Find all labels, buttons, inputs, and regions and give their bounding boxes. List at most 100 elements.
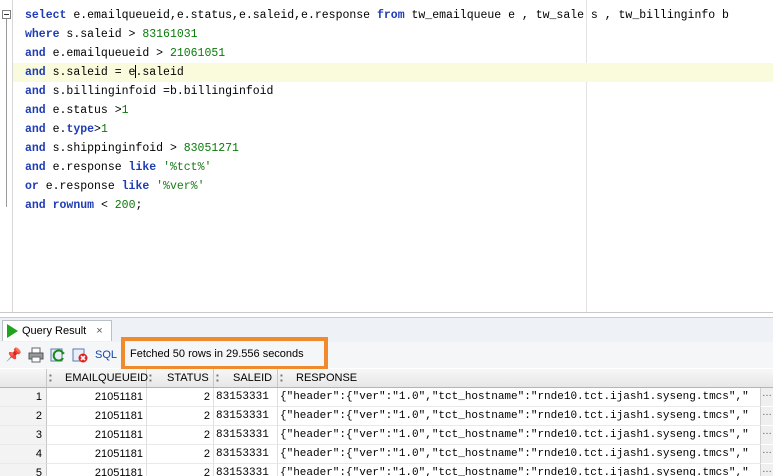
tab-query-result[interactable]: Query Result × (2, 320, 112, 341)
sql-token: and (25, 85, 46, 98)
clear-results-icon[interactable] (71, 346, 89, 364)
expand-cell-button[interactable]: … (760, 426, 773, 444)
row-number[interactable]: 5 (0, 464, 47, 476)
cell-status[interactable]: 2 (147, 407, 214, 426)
sql-token: s.shippinginfoid > (45, 142, 184, 155)
grid-header: ▪ ▪ EMAILQUEUEID ▪ ▪ STATUS ▪ ▪ SALEID ▪ ▪ R… (0, 369, 773, 388)
run-play-icon (7, 324, 18, 338)
sql-line[interactable]: and s.billinginfoid =b.billinginfoid (13, 82, 773, 101)
row-number[interactable]: 2 (0, 407, 47, 426)
print-icon[interactable] (27, 346, 45, 364)
cell-emailqueueid[interactable]: 21051181 (47, 426, 147, 445)
sql-line[interactable]: and e.emailqueueid > 21061051 (13, 44, 773, 63)
column-header-status[interactable]: ▪ ▪ STATUS (147, 369, 214, 387)
sort-icon: ▪ ▪ (216, 371, 219, 385)
sql-token: e.emailqueueid,e.status,e.saleid,e.respo… (66, 9, 377, 22)
sql-token: 21061051 (169, 47, 226, 60)
sql-token: and (25, 142, 46, 155)
sql-token: and (25, 161, 46, 174)
sql-editor[interactable]: select e.emailqueueid,e.status,e.saleid,… (0, 0, 773, 313)
cell-saleid[interactable]: 83153331 (214, 445, 278, 464)
expand-cell-button[interactable]: … (760, 445, 773, 463)
sql-token: e.response (45, 161, 129, 174)
sql-line[interactable]: and rownum < 200; (13, 196, 773, 215)
sql-token: 83161031 (142, 28, 198, 41)
cell-response[interactable]: {"header":{"ver":"1.0","tct_hostname":"r… (278, 426, 761, 445)
sort-icon: ▪ ▪ (149, 371, 152, 385)
result-tab-bar: Query Result × (0, 317, 773, 343)
sql-token: s.saleid > (59, 28, 143, 41)
cell-response[interactable]: {"header":{"ver":"1.0","tct_hostname":"r… (278, 388, 761, 407)
expand-cell-button[interactable]: … (760, 407, 773, 425)
row-number-header (0, 369, 47, 387)
sql-token: rownum (52, 199, 95, 212)
sql-line[interactable]: and s.shippinginfoid > 83051271 (13, 139, 773, 158)
cell-status[interactable]: 2 (147, 464, 214, 476)
cell-status[interactable]: 2 (147, 388, 214, 407)
sql-token: ; (135, 199, 143, 212)
sql-token: e.emailqueueid > (45, 47, 170, 60)
sql-token: 1 (121, 104, 129, 117)
sql-line[interactable]: or e.response like '%ver%' (13, 177, 773, 196)
sql-token: e.status > (45, 104, 122, 117)
sql-token: and (25, 66, 46, 79)
sql-token: e.response (38, 180, 122, 193)
expand-cell-button[interactable]: … (760, 464, 773, 476)
sql-line[interactable]: select e.emailqueueid,e.status,e.saleid,… (13, 6, 773, 25)
refresh-icon[interactable] (49, 346, 67, 364)
sql-token: like (128, 161, 157, 174)
cell-response[interactable]: {"header":{"ver":"1.0","tct_hostname":"r… (278, 464, 761, 476)
cell-emailqueueid[interactable]: 21051181 (47, 407, 147, 426)
sql-line[interactable]: and e.response like '%tct%' (13, 158, 773, 177)
column-header-response[interactable]: ▪ ▪ RESPONSE (278, 369, 773, 387)
close-tab-icon[interactable]: × (96, 325, 102, 337)
sql-button[interactable]: SQL (95, 349, 117, 361)
sql-token: 200 (114, 199, 136, 212)
sql-token: s.billinginfoid =b.billinginfoid (45, 85, 274, 98)
cell-response[interactable]: {"header":{"ver":"1.0","tct_hostname":"r… (278, 445, 761, 464)
sql-token: or (25, 180, 39, 193)
sql-token: e. (45, 123, 67, 136)
cell-status[interactable]: 2 (147, 426, 214, 445)
sql-token: and (25, 47, 46, 60)
cell-response[interactable]: {"header":{"ver":"1.0","tct_hostname":"r… (278, 407, 761, 426)
fold-guide-line (6, 19, 7, 207)
sql-line[interactable]: and e.status >1 (13, 101, 773, 120)
sql-line[interactable]: and e.type>1 (13, 120, 773, 139)
pin-icon[interactable]: 📌 (5, 346, 23, 364)
cell-status[interactable]: 2 (147, 445, 214, 464)
sql-token: and (25, 104, 46, 117)
cell-saleid[interactable]: 83153331 (214, 464, 278, 476)
row-number[interactable]: 1 (0, 388, 47, 407)
sql-token: select (25, 9, 67, 22)
result-toolbar: 📌 SQL (0, 342, 773, 368)
editor-gutter (0, 0, 13, 312)
row-number[interactable]: 3 (0, 426, 47, 445)
results-grid[interactable]: ▪ ▪ EMAILQUEUEID ▪ ▪ STATUS ▪ ▪ SALEID ▪ ▪ R… (0, 369, 773, 476)
sql-token: 1 (100, 123, 108, 136)
sql-line[interactable]: and s.saleid = e.saleid (13, 63, 773, 82)
sql-token: .saleid (135, 66, 184, 79)
sql-line[interactable]: where s.saleid > 83161031 (13, 25, 773, 44)
cell-emailqueueid[interactable]: 21051181 (47, 445, 147, 464)
sql-text-area[interactable]: select e.emailqueueid,e.status,e.saleid,… (13, 6, 773, 215)
sort-icon: ▪ ▪ (49, 371, 52, 385)
sql-token: '%tct%' (163, 161, 212, 174)
expand-cell-button[interactable]: … (760, 388, 773, 406)
collapse-fold-icon[interactable] (2, 10, 11, 19)
column-header-saleid[interactable]: ▪ ▪ SALEID (214, 369, 278, 387)
sql-token: and (25, 123, 46, 136)
sql-token: < (94, 199, 115, 212)
cell-saleid[interactable]: 83153331 (214, 426, 278, 445)
sql-token: where (25, 28, 60, 41)
column-header-emailqueueid[interactable]: ▪ ▪ EMAILQUEUEID (47, 369, 148, 387)
cell-emailqueueid[interactable]: 21051181 (47, 464, 147, 476)
sql-token: tw_emailqueue e , tw_sale s , tw_billing… (404, 9, 729, 22)
row-number[interactable]: 4 (0, 445, 47, 464)
cell-saleid[interactable]: 83153331 (214, 407, 278, 426)
sql-token: s.saleid = e (45, 66, 136, 79)
sql-token: > (94, 123, 101, 136)
cell-emailqueueid[interactable]: 21051181 (47, 388, 147, 407)
cell-saleid[interactable]: 83153331 (214, 388, 278, 407)
